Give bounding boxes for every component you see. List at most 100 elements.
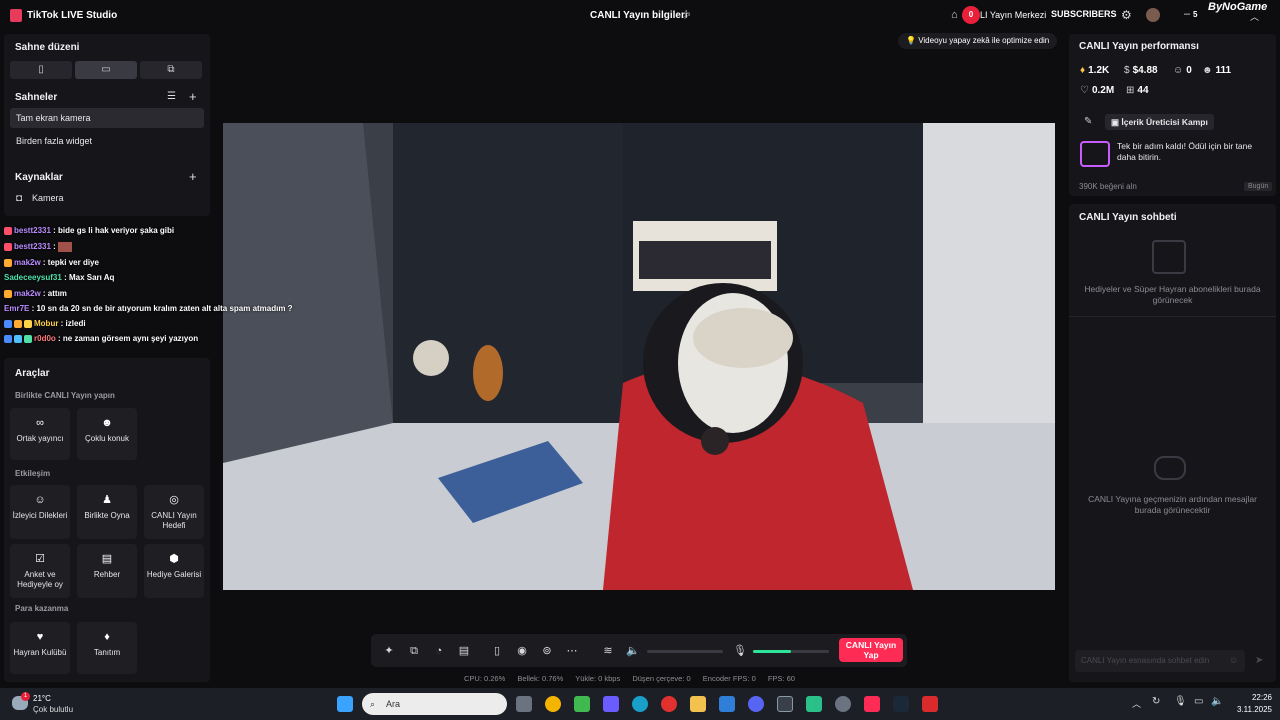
tool-label: Çoklu konuk [84,434,130,443]
home-icon[interactable]: ⌂ [951,9,958,21]
effects-icon[interactable]: ◔ [432,644,446,658]
windows-start-icon[interactable] [337,696,353,712]
ai-optimize-text: Videoyu yapay zekâ ile optimize edin [918,36,1050,45]
camera-preview[interactable] [223,123,1055,590]
microphone-icon[interactable]: 🎙 [733,644,747,658]
mixer-icon[interactable]: ≋ [601,644,615,658]
taskbar-search[interactable]: ⌕ Ara [362,693,507,715]
co-host-tool[interactable]: ∞ Ortak yayıncı [10,408,70,460]
task-view-icon[interactable] [516,696,532,712]
follow-icon: ☻ [1202,65,1213,76]
earn-section-label: Para kazanma [15,604,69,613]
mail-icon[interactable] [719,696,735,712]
camera-switch-icon[interactable]: ⊚ [540,644,554,658]
add-source-button[interactable]: + [189,169,197,184]
heart-icon: ♡ [1080,85,1089,96]
stat-value: 44 [1137,85,1149,96]
followers-stat: ☻ 111 [1202,65,1231,76]
weather-text: Çok bulutlu [33,705,74,714]
tool-label: Ortak yayıncı [16,434,64,443]
flame-icon: ♦ [104,631,110,643]
chevron-up-icon[interactable]: ︿ [1250,10,1259,23]
volume-slider[interactable] [647,650,723,653]
list-icon[interactable]: ☰ [167,91,176,102]
gift-icon: ⊞ [1126,85,1135,96]
chat-text: : ne zaman görsem aynı şeyi yazıyon [58,334,199,343]
discord-icon[interactable] [748,696,764,712]
chat-line: Emr7E : 10 sn da 20 sn de bir atıyorum k… [4,304,293,313]
layout-multi-button[interactable]: ⧉ [140,61,202,79]
monitor-icon[interactable]: ▭ [1194,696,1203,707]
multi-guest-tool[interactable]: ☻ Çoklu konuk [77,408,137,460]
windows-taskbar: 1 21°C Çok bulutlu ⌕ Ara ︿ ↻ 🎙 ▭ 🔈 22:26 … [0,688,1280,720]
record-icon[interactable]: ◉ [515,644,529,658]
scene-item[interactable]: Birden fazla widget [10,131,204,151]
live-info-title[interactable]: CANLI Yayın bilgileri [590,10,688,21]
tiktok-studio-icon[interactable] [864,696,880,712]
app-green-icon[interactable] [806,696,822,712]
gift-gallery-tool[interactable]: ⬢ Hediye Galerisi [144,544,204,598]
youtube-icon[interactable] [922,696,938,712]
link-icon: ∞ [36,417,44,429]
chat-text: : [53,242,56,252]
chat-input[interactable]: CANLI Yayın esnasında sohbet edin ☺ [1075,650,1245,672]
tools-title: Araçlar [15,368,50,379]
settings-icon[interactable]: ⚙ [1121,8,1132,22]
send-icon[interactable]: ➤ [1255,655,1263,666]
play-together-tool[interactable]: ♟ Birlikte Oyna [77,485,137,539]
ai-optimize-suggestion[interactable]: 💡 Videoyu yapay zekâ ile optimize edin [898,33,1058,49]
minimize-button[interactable]: – [1184,8,1190,20]
scene-item[interactable]: Tam ekran kamera [10,108,204,128]
layout-landscape-button[interactable]: ▭ [75,61,137,79]
mic-tray-icon[interactable]: 🎙 [1174,696,1187,707]
chrome-icon[interactable] [545,696,561,712]
chat-bubble-icon [1154,456,1186,480]
store-icon[interactable] [574,696,590,712]
clock-date[interactable]: 3.11.2025 [1222,705,1272,714]
mic-level-slider[interactable] [753,650,829,653]
edit-icon[interactable]: ✎ [1084,116,1092,127]
phone-icon[interactable]: ▯ [490,644,504,658]
opera-icon[interactable] [661,696,677,712]
app-gray-icon[interactable] [835,696,851,712]
sync-icon[interactable]: ↻ [1152,696,1160,707]
screen-share-icon[interactable]: ⧉ [407,644,421,658]
tray-chevron-icon[interactable]: ︿ [1132,697,1141,710]
tool-label: CANLI Yayın Hedefi [151,511,197,530]
media-icon[interactable]: ▤ [457,644,471,658]
add-scene-button[interactable]: + [189,89,197,104]
chat-empty-text: CANLI Yayına geçmenizin ardından mesajla… [1088,494,1257,515]
live-goal-tool[interactable]: ◎ CANLI Yayın Hedefi [144,485,204,539]
diamond-icon: ♦ [1080,65,1086,76]
layout-portrait-button[interactable]: ▯ [10,61,72,79]
more-icon[interactable]: ⋯ [565,644,579,658]
magic-wand-icon[interactable]: ✦ [382,644,396,658]
notification-badge[interactable]: 0 [962,6,980,24]
teams-icon[interactable] [603,696,619,712]
live-center-button[interactable]: LI Yayın Merkezi [980,10,1046,20]
fan-club-tool[interactable]: ♥ Hayran Kulübü [10,622,70,674]
promote-tool[interactable]: ♦ Tanıtım [77,622,137,674]
viewer-wishes-tool[interactable]: ☺ İzleyici Dilekleri [10,485,70,539]
chrome-active-icon[interactable] [777,696,793,712]
go-live-button[interactable]: CANLI Yayın Yap [839,638,903,662]
camp-icon: ▣ [1111,117,1122,127]
book-icon: ▤ [101,553,113,565]
dropped-frames-stat: Düşen çerçeve: 0 [632,674,691,683]
steam-icon[interactable] [893,696,909,712]
chat-text: : attım [42,289,67,298]
emoji-icon[interactable]: ☺ [1229,655,1238,665]
poll-tool[interactable]: ☑ Anket ve Hediyeyle oy [10,544,70,598]
source-item[interactable]: Kamera [32,193,64,203]
guide-tool[interactable]: ▤ Rehber [77,544,137,598]
avatar[interactable] [1146,8,1160,22]
share-icon[interactable]: ⇗ [682,9,691,22]
tool-label: Tanıtım [93,648,121,657]
speaker-icon[interactable]: 🔈 [626,644,640,658]
edge-icon[interactable] [632,696,648,712]
chat-line: r0d0o : ne zaman görsem aynı şeyi yazıyo… [4,334,198,343]
creator-camp-button[interactable]: ▣ İçerik Üreticisi Kampı [1105,114,1214,130]
chat-user: bestt2331 [14,242,51,252]
file-explorer-icon[interactable] [690,696,706,712]
clock-time[interactable]: 22:26 [1232,693,1272,702]
